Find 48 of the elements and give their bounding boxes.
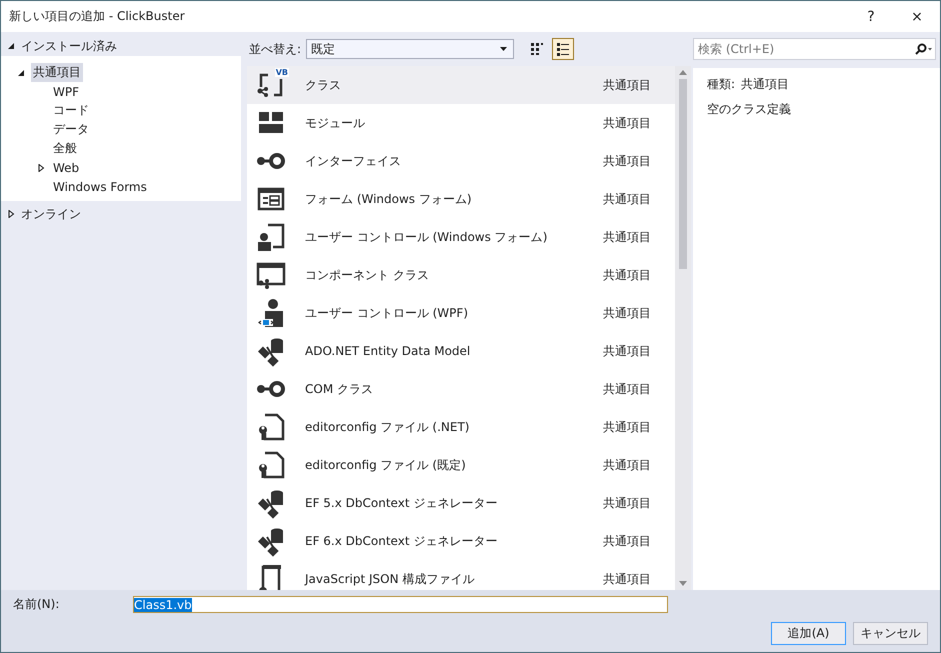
- tree-item[interactable]: インストール済み: [21, 38, 117, 54]
- template-row[interactable]: COM クラス 共通項目: [247, 370, 675, 408]
- scrollbar-thumb[interactable]: [679, 79, 687, 269]
- tree-item[interactable]: 共通項目: [31, 63, 83, 82]
- cancel-button[interactable]: キャンセル: [853, 622, 928, 645]
- sort-dropdown[interactable]: 既定: [306, 39, 514, 59]
- template-row[interactable]: コンポーネント クラス 共通項目: [247, 256, 675, 294]
- grid-icon: [530, 42, 544, 56]
- list-view-button[interactable]: [552, 38, 574, 60]
- template-row[interactable]: モジュール 共通項目: [247, 104, 675, 142]
- search-field[interactable]: 検索 (Ctrl+E): [693, 38, 936, 60]
- template-row[interactable]: editorconfig ファイル (.NET) 共通項目: [247, 408, 675, 446]
- template-row[interactable]: ADO.NET Entity Data Model 共通項目: [247, 332, 675, 370]
- tree-item[interactable]: Windows Forms: [51, 178, 149, 194]
- tree-item[interactable]: 全般: [51, 139, 79, 158]
- type-value: 共通項目: [741, 76, 790, 93]
- type-label: 種類:: [707, 76, 736, 93]
- language-badge: VB: [274, 68, 289, 77]
- tree-item[interactable]: データ: [51, 120, 91, 139]
- template-row[interactable]: ユーザー コントロール (Windows フォーム) 共通項目: [247, 218, 675, 256]
- scroll-up-icon[interactable]: [679, 70, 687, 75]
- scroll-down-icon[interactable]: [679, 581, 687, 586]
- template-row[interactable]: インターフェイス 共通項目: [247, 142, 675, 180]
- user-control-icon: [255, 221, 287, 253]
- expander-icon[interactable]: [17, 68, 25, 76]
- template-row[interactable]: フォーム (Windows フォーム) 共通項目: [247, 180, 675, 218]
- template-row[interactable]: EF 6.x DbContext ジェネレーター 共通項目: [247, 522, 675, 560]
- search-icon[interactable]: [914, 43, 932, 55]
- tree-item[interactable]: WPF: [51, 84, 82, 100]
- tree-item[interactable]: オンライン: [21, 206, 81, 222]
- name-label: 名前(N):: [13, 596, 60, 613]
- window-title: 新しい項目の追加 - ClickBuster: [9, 8, 185, 25]
- expander-icon[interactable]: [7, 210, 15, 218]
- tree-item[interactable]: Web: [51, 160, 82, 176]
- expander-icon[interactable]: [37, 164, 45, 172]
- name-field[interactable]: Class1.vb: [133, 596, 668, 613]
- template-row[interactable]: ユーザー コントロール (WPF) 共通項目: [247, 294, 675, 332]
- expander-icon[interactable]: [7, 42, 15, 50]
- template-row[interactable]: EF 5.x DbContext ジェネレーター 共通項目: [247, 484, 675, 522]
- template-row[interactable]: JavaScript JSON 構成ファイル 共通項目: [247, 560, 675, 590]
- tree-item[interactable]: コード: [51, 101, 91, 120]
- template-row[interactable]: editorconfig ファイル (既定) 共通項目: [247, 446, 675, 484]
- description-text: 空のクラス定義: [707, 101, 792, 118]
- caret-icon: [500, 47, 508, 51]
- sort-label: 並べ替え:: [249, 40, 302, 58]
- list-icon: [556, 42, 570, 56]
- add-button[interactable]: 追加(A): [771, 622, 846, 645]
- template-row[interactable]: VB クラス 共通項目: [247, 66, 675, 104]
